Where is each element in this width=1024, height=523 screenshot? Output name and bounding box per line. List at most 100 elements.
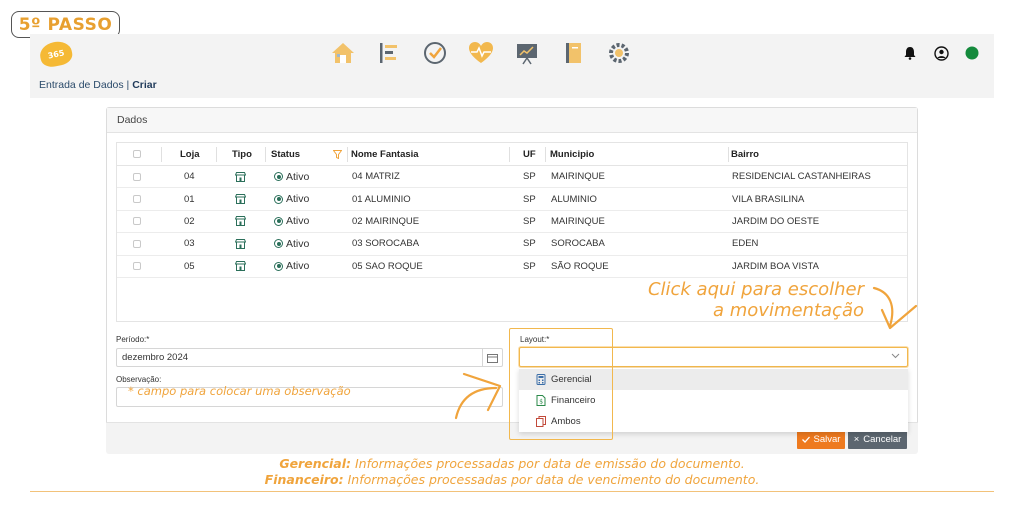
row-checkbox[interactable] [133, 211, 141, 232]
col-status[interactable]: Status [271, 143, 300, 165]
table-row[interactable]: 03 Ativo 03 SOROCABA SP SOROCABA EDEN [117, 233, 907, 256]
header-actions [902, 45, 980, 61]
document-money-icon: $ [536, 395, 546, 406]
cell-nome: 02 MAIRINQUE [352, 215, 420, 227]
layout-select[interactable] [519, 347, 908, 367]
status-cell: Ativo [274, 211, 309, 232]
cell-bairro: VILA BRASILINA [732, 193, 805, 205]
periodo-field[interactable]: dezembro 2024 [116, 348, 503, 367]
save-button[interactable]: Salvar [797, 430, 845, 449]
cell-bairro: JARDIM DO OESTE [732, 215, 820, 227]
breadcrumb-current: Criar [132, 79, 157, 91]
cancel-label: Cancelar [863, 434, 902, 445]
table-header: Loja Tipo Status Nome Fantasia UF Munici… [117, 143, 907, 166]
note-gerencial: Gerencial: Informações processadas por d… [0, 456, 1024, 471]
layout-option-financeiro[interactable]: $ Financeiro [519, 390, 908, 411]
cell-uf: SP [523, 260, 536, 272]
option-label: Ambos [551, 416, 581, 427]
store-icon [235, 211, 246, 232]
chevron-down-icon[interactable] [891, 349, 900, 366]
observacao-hint: * campo para colocar uma observação [128, 384, 351, 398]
periodo-label: Período:* [116, 335, 150, 344]
list-icon[interactable] [374, 38, 404, 68]
row-checkbox[interactable] [133, 188, 141, 209]
col-loja[interactable]: Loja [180, 143, 200, 165]
bell-icon[interactable] [902, 45, 918, 61]
store-icon [235, 188, 246, 209]
logo-text: 365 [46, 47, 66, 61]
store-icon [235, 166, 246, 187]
layout-label: Layout:* [520, 335, 550, 344]
cell-loja: 05 [184, 260, 195, 272]
home-icon[interactable] [328, 38, 358, 68]
cell-municipio: MAIRINQUE [551, 171, 605, 183]
table-row[interactable]: 02 Ativo 02 MAIRINQUE SP MAIRINQUE JARDIM DO … [117, 211, 907, 234]
cell-uf: SP [523, 238, 536, 250]
col-municipio[interactable]: Municipio [550, 143, 594, 165]
breadcrumb: Entrada de Dados | Criar [30, 72, 994, 98]
status-cell: Ativo [274, 233, 309, 254]
cell-municipio: MAIRINQUE [551, 215, 605, 227]
breadcrumb-section[interactable]: Entrada de Dados | [39, 79, 129, 91]
layout-option-gerencial[interactable]: Gerencial [519, 369, 908, 390]
table-row[interactable]: 05 Ativo 05 SAO ROQUE SP SÃO ROQUE JARDIM BOA… [117, 256, 907, 278]
option-label: Financeiro [551, 395, 596, 406]
cell-uf: SP [523, 215, 536, 227]
row-checkbox[interactable] [133, 233, 141, 254]
health-heart-icon[interactable] [466, 38, 496, 68]
note-text: Informações processadas por data de venc… [343, 472, 760, 487]
layout-dropdown: Gerencial $ Financeiro Ambos [519, 368, 908, 432]
cell-nome: 01 ALUMINIO [352, 193, 411, 205]
cell-bairro: JARDIM BOA VISTA [732, 260, 819, 272]
cell-bairro: RESIDENCIAL CASTANHEIRAS [732, 171, 871, 183]
observacao-label: Observação: [116, 375, 162, 384]
cell-loja: 02 [184, 215, 195, 227]
active-radio-icon [274, 194, 283, 204]
gear-cluster-icon[interactable] [604, 38, 634, 68]
cell-loja: 01 [184, 193, 195, 205]
table-row[interactable]: 04 Ativo 04 MATRIZ SP MAIRINQUE RESIDENCIAL C… [117, 166, 907, 189]
status-cell: Ativo [274, 188, 309, 209]
top-navbar: 365 [30, 34, 994, 72]
annotation-callout: Click aqui para escolher a movimentação [600, 279, 864, 321]
cell-loja: 03 [184, 238, 195, 250]
active-radio-icon [274, 172, 283, 182]
filter-icon[interactable] [333, 143, 342, 165]
cell-uf: SP [523, 193, 536, 205]
module-nav [328, 38, 634, 68]
check-circle-icon[interactable] [420, 38, 450, 68]
calendar-icon[interactable] [482, 349, 502, 366]
select-all-checkbox[interactable] [133, 143, 141, 165]
col-bairro[interactable]: Bairro [731, 143, 759, 165]
close-icon: × [853, 434, 860, 445]
cell-nome: 05 SAO ROQUE [352, 260, 423, 272]
active-radio-icon [274, 216, 283, 226]
note-term: Financeiro: [264, 472, 344, 487]
cancel-button[interactable]: × Cancelar [848, 430, 907, 449]
status-text: Ativo [286, 260, 310, 273]
cell-uf: SP [523, 171, 536, 183]
card-title: Dados [107, 108, 917, 133]
col-tipo[interactable]: Tipo [232, 143, 252, 165]
layout-option-ambos[interactable]: Ambos [519, 411, 908, 432]
chart-board-icon[interactable] [512, 38, 542, 68]
col-uf[interactable]: UF [523, 143, 536, 165]
active-radio-icon [274, 239, 283, 249]
cell-nome: 04 MATRIZ [352, 171, 400, 183]
check-icon [801, 436, 810, 443]
store-icon [235, 233, 246, 254]
status-dot-icon [964, 45, 980, 61]
row-checkbox[interactable] [133, 256, 141, 277]
notebook-icon[interactable] [558, 38, 588, 68]
row-checkbox[interactable] [133, 166, 141, 187]
cell-bairro: EDEN [732, 238, 759, 250]
col-nome-fantasia[interactable]: Nome Fantasia [351, 143, 419, 165]
save-label: Salvar [813, 434, 841, 445]
app-logo[interactable]: 365 [37, 38, 75, 70]
table-row[interactable]: 01 Ativo 01 ALUMINIO SP ALUMINIO VILA BRASILI… [117, 188, 907, 211]
cell-nome: 03 SOROCABA [352, 238, 420, 250]
curved-arrow-icon [454, 372, 502, 420]
curved-arrow-icon [872, 286, 918, 330]
status-text: Ativo [286, 215, 310, 228]
user-circle-icon[interactable] [933, 45, 949, 61]
